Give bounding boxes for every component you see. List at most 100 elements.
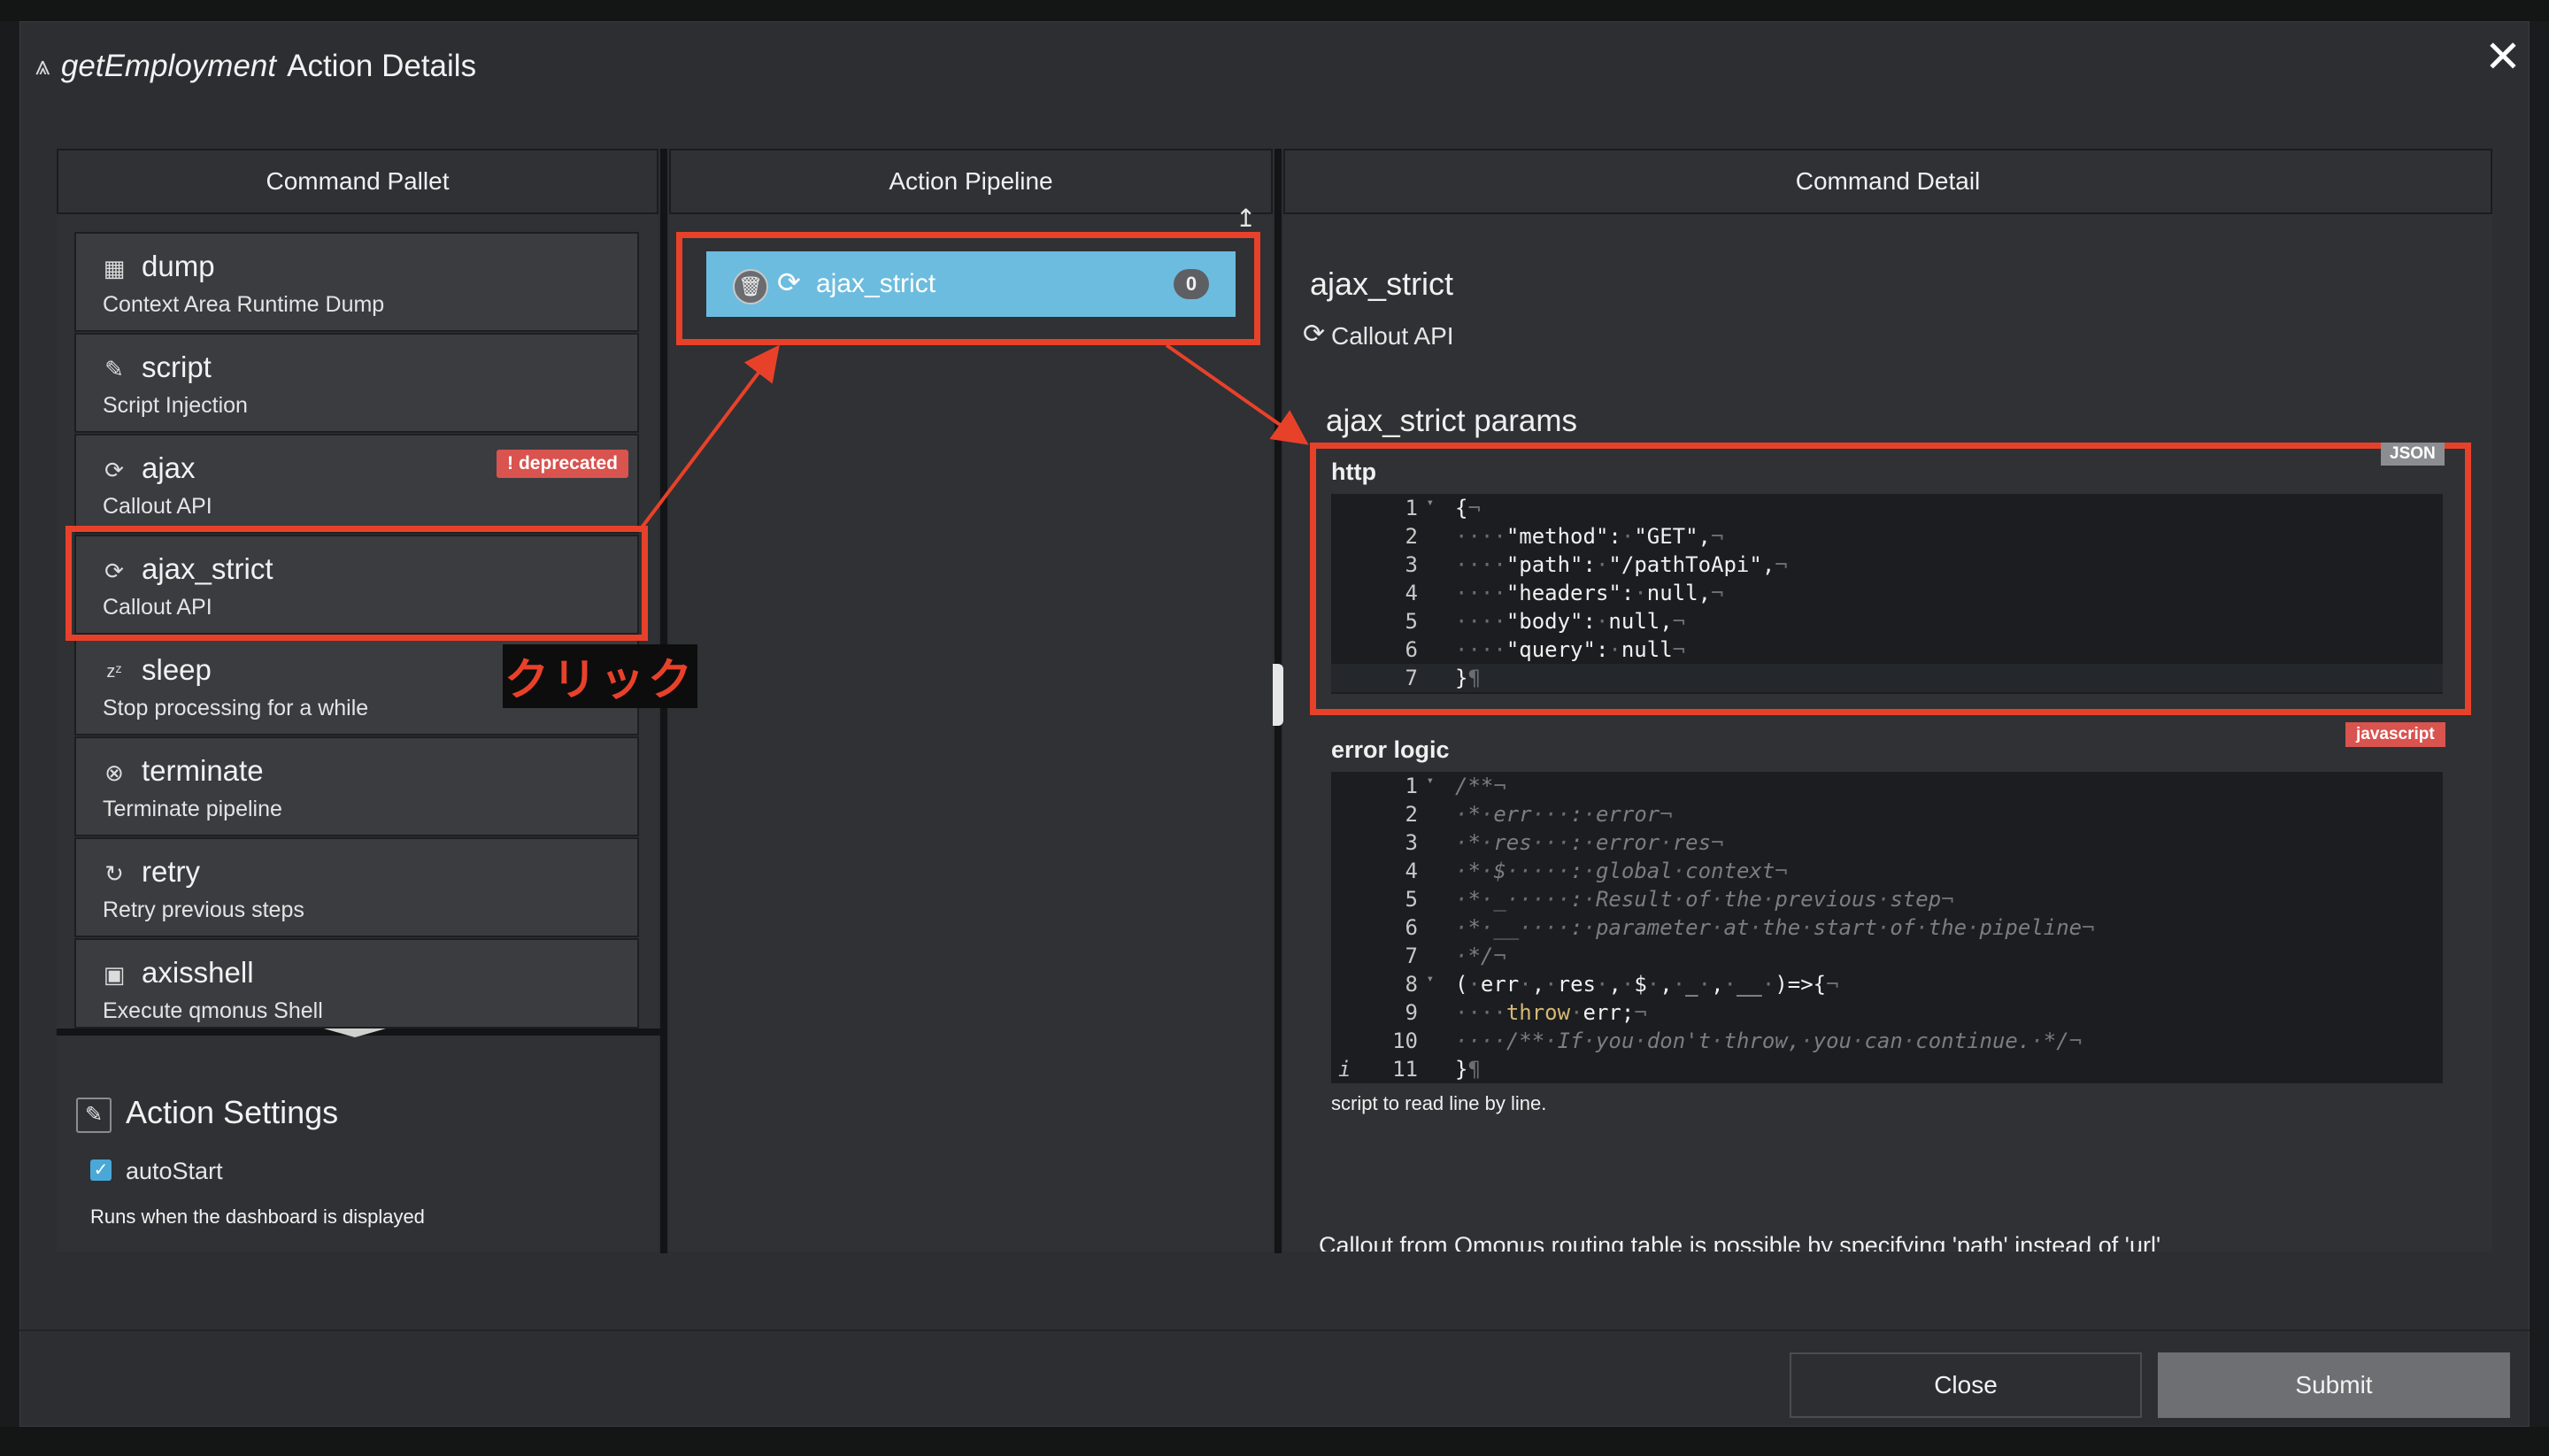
code-text: ·*·__····:·parameter·at·the·start·of·the…	[1455, 915, 2095, 940]
dump-icon: ▦	[103, 255, 126, 281]
deprecated-label: deprecated	[518, 453, 618, 474]
palette-item-name: ajax	[142, 451, 196, 484]
column-header-detail: Command Detail	[1283, 149, 2492, 214]
palette-item-script[interactable]: ✎ script Script Injection	[74, 333, 639, 433]
line-number: 4	[1405, 581, 1418, 605]
code-text: ·*·err···:·error¬	[1455, 802, 1673, 827]
pipeline-top-handle-icon[interactable]: ↥	[1236, 204, 1256, 233]
code-text: ····"path":·"/pathToApi",¬	[1455, 552, 1788, 577]
code-line: 11 i}¶	[1331, 1055, 2443, 1083]
code-line: 7 ·*/¬	[1331, 942, 2443, 970]
json-language-tag: JSON	[2381, 443, 2445, 466]
exclamation-icon: !	[506, 453, 513, 474]
line-number: 5	[1405, 609, 1418, 634]
palette-item-axisshell[interactable]: ▣ axisshell Execute qmonus Shell	[74, 938, 639, 1028]
code-line: 5 ·*·_·····:·Result·of·the·previous·step¬	[1331, 885, 2443, 913]
sleep-icon: zᶻ	[106, 662, 122, 682]
http-code-editor[interactable]: 1 ▾ {¬ 2 ····"method":·"GET",¬ 3 ····"path":·"…	[1331, 494, 2443, 694]
palette-item-retry[interactable]: ↻ retry Retry previous steps	[74, 837, 639, 937]
terminate-icon: ⊗	[104, 759, 124, 786]
line-number: 4	[1405, 859, 1418, 883]
fold-arrow-icon[interactable]: ▾	[1427, 972, 1434, 986]
line-number: 6	[1405, 915, 1418, 940]
code-text: ····/**·If·you·don't·throw,·you·can·cont…	[1455, 1028, 2083, 1053]
action-settings-title: Action Settings	[126, 1094, 339, 1130]
sync-icon: ⟳	[104, 457, 124, 483]
backdrop-top	[0, 0, 2549, 21]
script-icon: ✎	[104, 356, 124, 382]
code-text: {¬	[1455, 496, 1481, 520]
line-number: 2	[1405, 524, 1418, 549]
line-number: 1 ▾	[1405, 496, 1434, 520]
autostart-label: autoStart	[126, 1158, 223, 1184]
pipeline-panel	[669, 214, 1273, 1252]
code-text: ·*·_·····:·Result·of·the·previous·step¬	[1455, 887, 1954, 912]
backdrop-bottom	[0, 1427, 2549, 1456]
palette-item-desc: Retry previous steps	[103, 897, 304, 922]
trash-icon[interactable]: 🗑	[733, 269, 768, 304]
function-name: getEmployment	[60, 49, 277, 83]
palette-item-desc: Terminate pipeline	[103, 797, 282, 821]
error-logic-label: error logic	[1331, 736, 1450, 763]
palette-item-name: axisshell	[142, 956, 254, 989]
code-text: ·*·$·····:·global·context¬	[1455, 859, 1788, 883]
code-line: 3 ····"path":·"/pathToApi",¬	[1331, 551, 2443, 579]
splitter-handle-icon[interactable]	[1273, 664, 1283, 726]
params-title: ajax_strict params	[1326, 404, 1577, 438]
fold-arrow-icon[interactable]: ▾	[1427, 774, 1434, 788]
autostart-help: Runs when the dashboard is displayed	[90, 1206, 425, 1228]
palette-item-name: script	[142, 351, 212, 383]
palette-item-dump[interactable]: ▦ dump Context Area Runtime Dump	[74, 232, 639, 332]
error-logic-code-editor[interactable]: 1 ▾ /**¬ 2 ·*·err···:·error¬ 3 ·*·res···:·erro…	[1331, 772, 2443, 1083]
code-line: 2 ····"method":·"GET",¬	[1331, 522, 2443, 551]
retry-icon: ↻	[104, 860, 124, 887]
code-line: 10 ····/**·If·you·don't·throw,·you·can·co…	[1331, 1027, 2443, 1055]
code-text: ····"body":·null,¬	[1455, 609, 1686, 634]
line-number: 3	[1405, 552, 1418, 577]
palette-item-name: sleep	[142, 653, 212, 686]
palette-item-ajax[interactable]: ⟳ ajax Callout API ! deprecated	[74, 434, 639, 534]
code-line: 4 ····"headers":·null,¬	[1331, 579, 2443, 607]
fold-arrow-icon[interactable]: ▾	[1427, 496, 1434, 510]
title-suffix: Action Details	[287, 49, 477, 83]
palette-item-desc: Execute qmonus Shell	[103, 998, 323, 1023]
palette-item-desc: Callout API	[103, 494, 212, 519]
code-text: (·err·,·res·,·$·,·_·,·__·)=>{¬	[1455, 972, 1839, 997]
code-line: 8 ▾ (·err·,·res·,·$·,·_·,·__·)=>{¬	[1331, 970, 2443, 998]
code-text: ····"headers":·null,¬	[1455, 581, 1724, 605]
line-number: 10	[1392, 1028, 1418, 1053]
code-text: /**¬	[1455, 774, 1506, 798]
command-desc: Callout API	[1331, 322, 1454, 350]
palette-item-desc: Stop processing for a while	[103, 696, 369, 720]
code-text: ····"method":·"GET",¬	[1455, 524, 1724, 549]
line-number: 5	[1405, 887, 1418, 912]
highlight-frame-ajax-strict	[65, 526, 648, 641]
close-button[interactable]: Close	[1790, 1352, 2142, 1418]
pencil-icon: ✎	[76, 1098, 112, 1133]
close-icon[interactable]: ✕	[2478, 32, 2528, 81]
code-line: 3 ·*·res···:·error·res¬	[1331, 828, 2443, 857]
pipeline-item-ajax-strict[interactable]: 🗑 ⟳ ajax_strict 0	[706, 251, 1236, 317]
palette-item-terminate[interactable]: ⊗ terminate Terminate pipeline	[74, 736, 639, 836]
code-line: 5 ····"body":·null,¬	[1331, 607, 2443, 636]
line-number: 1 ▾	[1405, 774, 1434, 798]
bottom-note: Callout from Qmonus routing table is pos…	[1319, 1232, 2161, 1252]
code-text: ·*/¬	[1455, 944, 1506, 968]
terminal-icon: ▣	[103, 961, 126, 988]
line-number: 6	[1405, 637, 1418, 662]
code-text: }¶	[1455, 666, 1481, 690]
code-line: 9 ····throw·err;¬	[1331, 998, 2443, 1027]
code-line: 2 ·*·err···:·error¬	[1331, 800, 2443, 828]
palette-item-desc: Context Area Runtime Dump	[103, 292, 385, 317]
code-line: 6 ····"query":·null¬	[1331, 636, 2443, 664]
code-line: 1 ▾ {¬	[1331, 494, 2443, 522]
command-name: ajax_strict	[1310, 266, 1454, 302]
palette-item-desc: Script Injection	[103, 393, 248, 418]
deprecated-badge: ! deprecated	[496, 450, 628, 478]
autostart-checkbox[interactable]: ✓	[90, 1159, 112, 1181]
submit-button[interactable]: Submit	[2158, 1352, 2510, 1418]
line-number: 7	[1405, 666, 1418, 690]
sync-icon: ⟳	[1303, 320, 1326, 349]
code-text: ····"query":·null¬	[1455, 637, 1686, 662]
app-logo-icon: ⩓	[35, 51, 50, 81]
